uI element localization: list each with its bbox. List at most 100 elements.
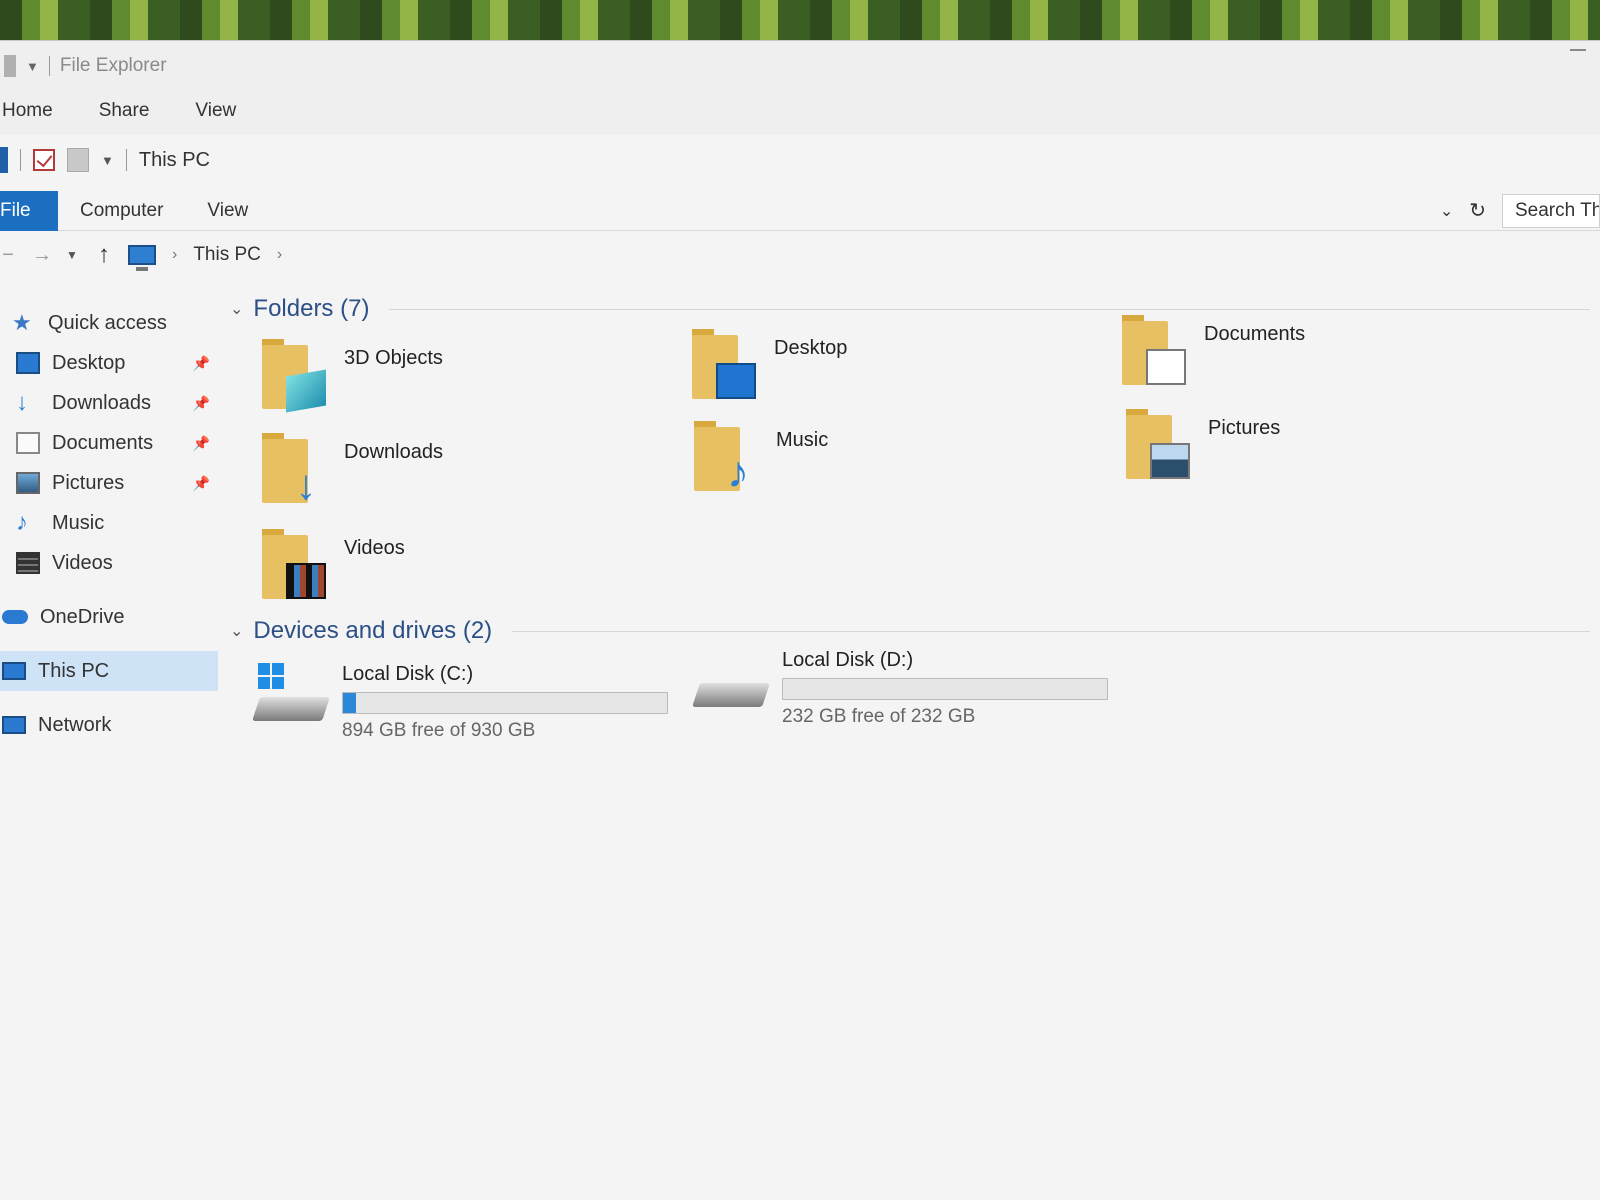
nav-item-downloads[interactable]: ↓ Downloads 📌 bbox=[0, 383, 218, 423]
back-arrow-icon[interactable]: − bbox=[0, 244, 16, 267]
customize-toolbar-arrow-icon[interactable]: ▼ bbox=[101, 153, 114, 168]
onedrive-cloud-icon bbox=[2, 610, 28, 624]
desktop-icon bbox=[16, 352, 40, 374]
folder-tile-downloads[interactable]: ↓ Downloads bbox=[262, 433, 443, 508]
downloads-icon: ↓ bbox=[16, 389, 28, 416]
background-window-title: File Explorer bbox=[59, 55, 167, 76]
nav-label: This PC bbox=[38, 659, 110, 682]
nav-onedrive[interactable]: OneDrive bbox=[0, 597, 218, 637]
tab-share[interactable]: Share bbox=[99, 100, 150, 122]
folder-name: Desktop bbox=[774, 337, 848, 359]
breadcrumb-this-pc[interactable]: This PC bbox=[193, 244, 261, 266]
folder-icon: ↓ bbox=[262, 433, 326, 508]
nav-item-documents[interactable]: Documents 📌 bbox=[0, 423, 218, 463]
divider bbox=[20, 149, 21, 171]
search-input[interactable]: Search Thi bbox=[1502, 193, 1600, 228]
minimize-icon[interactable] bbox=[1570, 49, 1586, 51]
folder-icon bbox=[692, 329, 756, 399]
group-title: Devices and drives (2) bbox=[253, 617, 493, 644]
folder-name: Pictures bbox=[1208, 417, 1281, 439]
window-app-icon[interactable] bbox=[0, 147, 8, 173]
titlebar: ▼ This PC bbox=[0, 135, 1600, 185]
divider bbox=[48, 56, 50, 76]
folder-tile-3d-objects[interactable]: 3D Objects bbox=[262, 339, 443, 413]
drive-info: Local Disk (D:) 232 GB free of 232 GB bbox=[782, 649, 1108, 728]
nav-network[interactable]: Network bbox=[0, 705, 218, 745]
folder-tile-documents[interactable]: Documents bbox=[1122, 315, 1305, 385]
customize-toolbar-arrow-icon[interactable]: ▼ bbox=[26, 59, 39, 74]
nav-label: Music bbox=[52, 511, 105, 534]
address-bar: − → ▼ ↑ › This PC › bbox=[0, 233, 1600, 277]
folder-icon bbox=[262, 529, 326, 599]
new-folder-icon[interactable] bbox=[67, 148, 89, 172]
folder-name: 3D Objects bbox=[344, 347, 443, 369]
music-folder-icon: ♪ bbox=[727, 448, 749, 497]
documents-folder-icon bbox=[1146, 349, 1186, 385]
nav-quick-access[interactable]: ★ Quick access bbox=[0, 303, 218, 343]
window-title: This PC bbox=[138, 148, 210, 171]
this-pc-icon bbox=[2, 662, 26, 680]
folder-name: Music bbox=[776, 429, 829, 451]
star-icon: ★ bbox=[12, 310, 32, 335]
refresh-icon[interactable]: ↻ bbox=[1469, 198, 1486, 223]
chevron-down-icon[interactable]: ⌄ bbox=[230, 621, 243, 641]
drive-name: Local Disk (D:) bbox=[782, 649, 914, 671]
folder-icon bbox=[1126, 409, 1190, 479]
tab-home[interactable]: Home bbox=[2, 100, 53, 122]
folder-tile-desktop[interactable]: Desktop bbox=[692, 329, 847, 399]
nav-label: Documents bbox=[52, 431, 154, 454]
network-icon bbox=[2, 716, 26, 734]
breadcrumb-separator-icon[interactable]: › bbox=[172, 246, 177, 264]
drive-free-space: 232 GB free of 232 GB bbox=[782, 706, 976, 727]
pin-icon[interactable]: 📌 bbox=[193, 355, 210, 372]
folder-tile-videos[interactable]: Videos bbox=[262, 529, 405, 599]
recent-locations-chevron-icon[interactable]: ▼ bbox=[64, 248, 80, 262]
chevron-down-icon[interactable]: ⌄ bbox=[230, 299, 243, 319]
nav-this-pc[interactable]: This PC bbox=[0, 651, 218, 691]
content-pane: ⌄ Folders (7) 3D Objects Desktop Documen… bbox=[222, 295, 1600, 1195]
nav-label: Quick access bbox=[48, 311, 167, 334]
pin-icon[interactable]: 📌 bbox=[193, 435, 210, 452]
up-arrow-icon[interactable]: ↑ bbox=[96, 241, 112, 269]
tab-computer[interactable]: Computer bbox=[58, 191, 185, 231]
chevron-down-icon[interactable]: ⌄ bbox=[1440, 201, 1453, 221]
folder-name: Documents bbox=[1204, 323, 1306, 345]
forward-arrow-icon[interactable]: → bbox=[32, 244, 52, 267]
address-actions: ⌄ ↻ Search Thi bbox=[1440, 193, 1600, 228]
folder-icon bbox=[1122, 315, 1186, 385]
background-ribbon-tabs: Home Share View bbox=[0, 91, 1600, 131]
this-pc-window[interactable]: ▼ This PC File Computer View ⌄ ↻ Search … bbox=[0, 135, 1600, 1200]
pictures-icon bbox=[16, 472, 40, 494]
desktop-folder-icon bbox=[716, 363, 756, 399]
drive-tile-d[interactable]: Local Disk (D:) 232 GB free of 232 GB bbox=[692, 649, 1108, 728]
nav-label: Pictures bbox=[52, 471, 125, 494]
quick-access-toolbar-icon[interactable] bbox=[4, 55, 16, 77]
navigation-pane: ★ Quick access Desktop 📌 ↓ Downloads 📌 D… bbox=[0, 303, 218, 1200]
tab-view[interactable]: View bbox=[185, 191, 270, 231]
pin-icon[interactable]: 📌 bbox=[193, 395, 210, 412]
nav-item-music[interactable]: ♪ Music bbox=[0, 503, 218, 543]
folder-tile-pictures[interactable]: Pictures bbox=[1126, 409, 1280, 479]
nav-item-pictures[interactable]: Pictures 📌 bbox=[0, 463, 218, 503]
drive-icon bbox=[692, 649, 770, 713]
pin-icon[interactable]: 📌 bbox=[193, 475, 210, 492]
tab-file[interactable]: File bbox=[0, 190, 58, 231]
folder-tile-music[interactable]: ♪ Music bbox=[694, 421, 829, 497]
nav-item-videos[interactable]: Videos bbox=[0, 543, 218, 583]
drive-tile-c[interactable]: Local Disk (C:) 894 GB free of 930 GB bbox=[252, 663, 668, 742]
nav-label: Downloads bbox=[52, 391, 151, 414]
this-pc-icon bbox=[128, 245, 156, 271]
nav-label: OneDrive bbox=[40, 605, 125, 628]
videos-icon bbox=[16, 552, 40, 574]
group-divider bbox=[512, 630, 1590, 632]
nav-item-desktop[interactable]: Desktop 📌 bbox=[0, 343, 218, 383]
breadcrumb-separator-icon[interactable]: › bbox=[277, 246, 282, 264]
background-titlebar: ▼ File Explorer bbox=[0, 41, 1600, 91]
folders-group-header[interactable]: ⌄ Folders (7) bbox=[230, 295, 1590, 323]
3d-objects-icon bbox=[286, 369, 326, 413]
drives-group-header[interactable]: ⌄ Devices and drives (2) bbox=[230, 617, 1590, 645]
properties-icon[interactable] bbox=[33, 149, 55, 171]
group-title: Folders (7) bbox=[253, 295, 370, 322]
downloads-folder-icon: ↓ bbox=[295, 461, 317, 508]
tab-view[interactable]: View bbox=[195, 100, 236, 122]
